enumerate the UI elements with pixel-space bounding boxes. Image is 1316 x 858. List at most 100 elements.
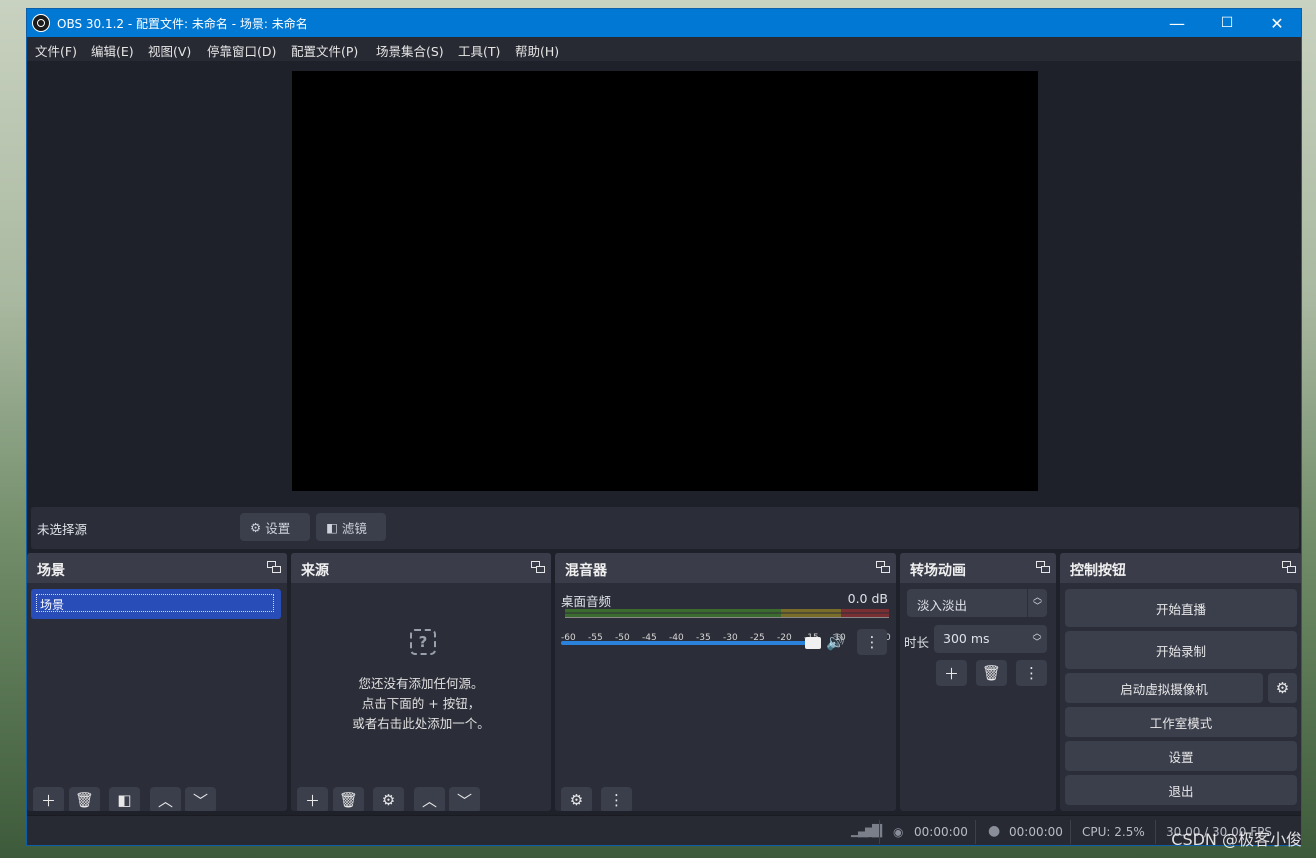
volume-slider-handle[interactable] — [805, 637, 821, 649]
source-settings-button[interactable]: ⚙ 设置 — [240, 513, 310, 541]
menu-docks[interactable]: 停靠窗口(D) — [207, 41, 276, 60]
scene-list-item[interactable]: 场景 — [31, 589, 281, 619]
gear-icon: ⚙ — [1275, 679, 1290, 697]
menu-file[interactable]: 文件(F) — [35, 41, 77, 60]
menu-scene-collection[interactable]: 场景集合(S) — [376, 41, 444, 60]
mixer-channel-menu-button[interactable]: ⋮ — [857, 629, 887, 655]
mixer-menu-button[interactable]: ⋮ — [601, 787, 632, 811]
scenes-dock: 场景 场景 ＋ 🗑 ◧ ︿ ﹀ — [27, 553, 287, 811]
transition-select-value: 淡入淡出 — [917, 598, 968, 613]
obs-window: OBS 30.1.2 - 配置文件: 未命名 - 场景: 未命名 — ☐ ✕ 文… — [26, 8, 1302, 846]
undock-icon[interactable] — [531, 561, 545, 573]
source-filters-button[interactable]: ◧ 滤镜 — [316, 513, 386, 541]
source-properties-button[interactable]: ⚙ — [373, 787, 404, 811]
obs-logo-icon — [32, 14, 50, 32]
stream-status-icon: ◉ — [893, 825, 904, 839]
scene-transitions-dock: 转场动画 淡入淡出 ︿ ﹀ 时长 300 ms ︿ ﹀ ＋ 🗑 ⋮ — [900, 553, 1056, 811]
trash-icon: 🗑 — [338, 791, 359, 809]
sources-empty-line-3: 或者右击此处添加一个。 — [352, 716, 490, 731]
trash-icon: 🗑 — [74, 791, 95, 809]
status-bar: ▁▃▅▇ ◉ 00:00:00 ● 00:00:00 CPU: 2.5% 30.… — [27, 815, 1301, 845]
updown-icon: ︿ ﹀ — [1027, 589, 1047, 617]
studio-mode-button[interactable]: 工作室模式 — [1065, 707, 1297, 737]
move-source-down-button[interactable]: ﹀ — [449, 787, 480, 811]
audio-settings-button[interactable]: ⚙ — [561, 787, 592, 811]
scenes-dock-header: 场景 — [27, 553, 287, 583]
network-signal-icon: ▁▃▅▇ — [851, 823, 882, 838]
move-source-up-button[interactable]: ︿ — [414, 787, 445, 811]
duration-label: 时长 — [904, 635, 930, 650]
status-separator — [1070, 820, 1071, 844]
remove-scene-button[interactable]: 🗑 — [69, 787, 100, 811]
transitions-dock-title: 转场动画 — [910, 563, 966, 579]
chevron-down-icon: ﹀ — [192, 791, 208, 810]
gear-icon: ⚙ — [381, 791, 396, 809]
undock-icon[interactable] — [1036, 561, 1050, 573]
volume-slider[interactable] — [561, 637, 821, 649]
stream-time: 00:00:00 — [914, 825, 968, 839]
menu-edit[interactable]: 编辑(E) — [91, 41, 134, 60]
start-streaming-button[interactable]: 开始直播 — [1065, 589, 1297, 627]
transition-menu-button[interactable]: ⋮ — [1016, 660, 1047, 686]
add-source-button[interactable]: ＋ — [297, 787, 328, 811]
no-source-selected-label: 未选择源 — [37, 522, 88, 537]
source-filters-label: 滤镜 — [341, 520, 367, 536]
move-scene-down-button[interactable]: ﹀ — [185, 787, 216, 811]
chevron-up-icon: ︿ — [421, 791, 437, 810]
record-status-icon: ● — [988, 823, 1001, 839]
menu-view[interactable]: 视图(V) — [148, 41, 191, 60]
chevron-up-icon: ︿ — [157, 791, 173, 810]
mixer-channel-name: 桌面音频 — [561, 594, 612, 609]
exit-button[interactable]: 退出 — [1065, 775, 1297, 805]
duration-value: 300 ms — [943, 631, 990, 646]
scenes-dock-title: 场景 — [37, 563, 65, 579]
scene-filters-button[interactable]: ◧ — [109, 787, 140, 811]
source-context-bar: 未选择源 ⚙ 设置 ◧ 滤镜 — [31, 507, 1299, 549]
source-settings-label: 设置 — [265, 520, 291, 536]
start-recording-button[interactable]: 开始录制 — [1065, 631, 1297, 669]
status-separator — [975, 820, 976, 844]
sources-empty-line-2: 点击下面的 + 按钮， — [361, 696, 481, 711]
chevron-down-icon: ﹀ — [456, 791, 472, 810]
record-time: 00:00:00 — [1009, 825, 1063, 839]
sources-dock-title: 来源 — [301, 563, 329, 579]
remove-transition-button[interactable]: 🗑 — [976, 660, 1007, 686]
settings-button[interactable]: 设置 — [1065, 741, 1297, 771]
maximize-button[interactable]: ☐ — [1203, 9, 1251, 37]
mixer-dock-title: 混音器 — [565, 563, 607, 579]
mixer-db-readout: 0.0 dB — [847, 591, 888, 606]
menu-help[interactable]: 帮助(H) — [515, 41, 559, 60]
undock-icon[interactable] — [1282, 561, 1296, 573]
move-scene-up-button[interactable]: ︿ — [150, 787, 181, 811]
title-bar: OBS 30.1.2 - 配置文件: 未命名 - 场景: 未命名 — ☐ ✕ — [27, 9, 1301, 37]
virtual-camera-settings-button[interactable]: ⚙ — [1268, 673, 1297, 703]
trash-icon: 🗑 — [981, 664, 1002, 682]
undock-icon[interactable] — [876, 561, 890, 573]
plus-icon: ＋ — [40, 791, 56, 810]
start-virtual-camera-button[interactable]: 启动虚拟摄像机 — [1065, 673, 1263, 703]
controls-dock-header: 控制按钮 — [1060, 553, 1301, 583]
close-button[interactable]: ✕ — [1253, 9, 1301, 37]
undock-icon[interactable] — [267, 561, 281, 573]
volume-slider-fill — [561, 641, 819, 645]
add-scene-button[interactable]: ＋ — [33, 787, 64, 811]
window-title: OBS 30.1.2 - 配置文件: 未命名 - 场景: 未命名 — [57, 17, 308, 31]
menu-tools[interactable]: 工具(T) — [458, 41, 500, 60]
remove-source-button[interactable]: 🗑 — [333, 787, 364, 811]
spin-arrows-icon[interactable]: ︿ ﹀ — [1029, 625, 1045, 653]
speaker-icon[interactable]: 🔊 — [826, 633, 845, 651]
sources-dock-header: 来源 — [291, 553, 551, 583]
duration-spinbox[interactable]: 300 ms ︿ ﹀ — [934, 625, 1047, 653]
transition-select[interactable]: 淡入淡出 ︿ ﹀ — [907, 589, 1047, 617]
scene-item-label: 场景 — [36, 594, 274, 612]
minimize-button[interactable]: — — [1153, 9, 1201, 37]
controls-dock: 控制按钮 开始直播 开始录制 启动虚拟摄像机 ⚙ 工作室模式 设置 退出 — [1060, 553, 1301, 811]
question-icon: ? — [410, 629, 436, 655]
menu-bar: 文件(F) 编辑(E) 视图(V) 停靠窗口(D) 配置文件(P) 场景集合(S… — [27, 37, 1301, 61]
add-transition-button[interactable]: ＋ — [936, 660, 967, 686]
preview-canvas[interactable] — [292, 71, 1038, 491]
cpu-usage: CPU: 2.5% — [1082, 825, 1145, 839]
kebab-menu-icon: ⋮ — [1024, 664, 1039, 682]
menu-profile[interactable]: 配置文件(P) — [291, 41, 358, 60]
plus-icon: ＋ — [943, 664, 959, 683]
